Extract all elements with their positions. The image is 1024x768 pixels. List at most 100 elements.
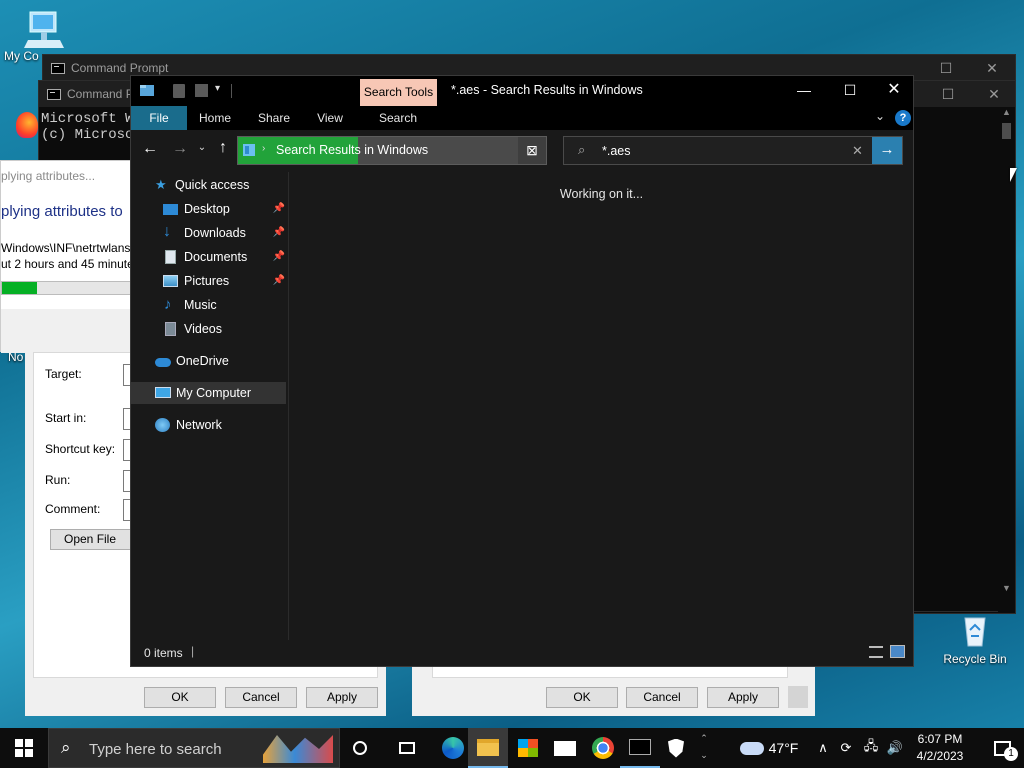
pin-icon: 📌 bbox=[272, 251, 285, 262]
forward-button[interactable]: → bbox=[169, 140, 191, 158]
taskbar-security[interactable] bbox=[656, 728, 696, 768]
desktop-icon-recycle-bin[interactable]: Recycle Bin bbox=[940, 612, 1010, 666]
edge-icon bbox=[442, 737, 464, 759]
weather-widget[interactable]: 47°F bbox=[736, 728, 802, 768]
maximize-button[interactable]: ☐ bbox=[923, 55, 969, 81]
taskbar-store[interactable] bbox=[508, 728, 548, 768]
properties-qat-icon[interactable] bbox=[173, 84, 185, 98]
taskbar-chrome[interactable] bbox=[583, 728, 623, 768]
videos-icon bbox=[165, 322, 176, 336]
show-hidden-icons-button[interactable]: ∧ bbox=[812, 728, 834, 768]
maximize-button[interactable]: ☐ bbox=[925, 81, 971, 107]
clock[interactable]: 6:07 PM 4/2/2023 bbox=[910, 731, 970, 765]
nav-item-documents[interactable]: Documents 📌 bbox=[163, 246, 285, 268]
windows-logo-icon bbox=[15, 739, 33, 757]
ok-button[interactable]: OK bbox=[546, 687, 618, 708]
pictures-icon bbox=[163, 275, 178, 287]
tab-share[interactable]: Share bbox=[251, 106, 297, 130]
cmd-output: Microsoft W (c) Microso bbox=[41, 111, 133, 143]
cmd-icon bbox=[51, 62, 65, 74]
close-button[interactable]: ✕ bbox=[969, 55, 1015, 81]
cloud-icon bbox=[739, 741, 764, 755]
firefox-shortcut-icon[interactable] bbox=[16, 112, 38, 146]
expand-ribbon-icon[interactable]: ⌄ bbox=[875, 109, 885, 123]
tab-view[interactable]: View bbox=[309, 106, 351, 130]
large-icons-view-button[interactable] bbox=[890, 645, 905, 658]
scrollbar-thumb[interactable] bbox=[1002, 123, 1011, 139]
cancel-button[interactable]: Cancel bbox=[225, 687, 297, 708]
nav-label: Quick access bbox=[175, 178, 250, 192]
network-tray-icon[interactable]: 🖧 bbox=[860, 728, 882, 768]
apply-button[interactable]: Apply bbox=[306, 687, 378, 708]
cortana-button[interactable] bbox=[340, 728, 380, 768]
ok-button[interactable]: OK bbox=[144, 687, 216, 708]
customize-qat-icon[interactable]: ▾ bbox=[215, 83, 220, 94]
nav-label: Downloads bbox=[184, 226, 246, 240]
progress-dialog[interactable]: plying attributes... plying attributes t… bbox=[0, 160, 134, 353]
taskbar-mail[interactable] bbox=[545, 728, 585, 768]
nav-item-downloads[interactable]: ↓ Downloads 📌 bbox=[163, 222, 285, 244]
ribbon-tabs: File Home Share View Search ⌄ ? bbox=[131, 106, 913, 130]
progress-path: Windows\INF\netrtwlans. bbox=[1, 241, 134, 255]
nav-item-music[interactable]: ♪ Music bbox=[163, 294, 285, 316]
close-button[interactable]: ✕ bbox=[971, 81, 1017, 107]
recent-locations-button[interactable]: ⌄ bbox=[195, 142, 209, 153]
scroll-down-icon[interactable]: ▼ bbox=[998, 583, 1015, 593]
shortcut-properties-dialog-right[interactable]: OK Cancel Apply bbox=[412, 664, 815, 716]
explorer-titlebar[interactable]: ▾ Search Tools *.aes - Search Results in… bbox=[131, 76, 913, 106]
taskbar-edge[interactable] bbox=[433, 728, 473, 768]
progress-time: ut 2 hours and 45 minute bbox=[1, 257, 134, 271]
nav-item-network[interactable]: Network bbox=[155, 414, 285, 436]
search-input[interactable]: *.aes bbox=[602, 144, 631, 158]
nav-item-onedrive[interactable]: OneDrive bbox=[155, 350, 285, 372]
navigation-pane: ★ Quick access Desktop 📌 ↓ Downloads 📌 D… bbox=[131, 172, 289, 642]
cancel-button[interactable]: Cancel bbox=[626, 687, 698, 708]
back-button[interactable]: ← bbox=[139, 140, 161, 158]
search-box[interactable]: ⌕ *.aes ✕ → bbox=[563, 136, 903, 165]
clock-time: 6:07 PM bbox=[917, 732, 963, 746]
tab-search[interactable]: Search bbox=[361, 106, 435, 130]
nav-item-my-computer[interactable]: My Computer bbox=[131, 382, 286, 404]
tab-home[interactable]: Home bbox=[193, 106, 237, 130]
file-explorer-window[interactable]: ▾ Search Tools *.aes - Search Results in… bbox=[130, 75, 914, 667]
address-bar[interactable]: › Search Results in Windows ⊠ bbox=[237, 136, 547, 165]
search-go-button[interactable]: → bbox=[872, 137, 902, 164]
up-button[interactable]: ↑ bbox=[213, 139, 233, 157]
nav-item-desktop[interactable]: Desktop 📌 bbox=[163, 198, 285, 220]
task-view-button[interactable] bbox=[387, 728, 427, 768]
star-icon: ★ bbox=[155, 177, 167, 192]
progress-dialog-heading: plying attributes to bbox=[1, 203, 123, 220]
maximize-button[interactable]: ☐ bbox=[827, 76, 873, 106]
taskbar-search-box[interactable]: ⌕ Type here to search bbox=[48, 728, 340, 768]
separator bbox=[231, 84, 232, 98]
mouse-cursor bbox=[1010, 168, 1017, 182]
scroll-up-icon[interactable]: ▲ bbox=[998, 107, 1015, 121]
nav-item-videos[interactable]: Videos bbox=[163, 318, 285, 340]
scrollbar[interactable]: ▲ ▼ bbox=[998, 107, 1015, 613]
taskbar-file-explorer[interactable] bbox=[468, 728, 508, 768]
nav-item-pictures[interactable]: Pictures 📌 bbox=[163, 270, 285, 292]
minimize-button[interactable]: — bbox=[781, 76, 827, 106]
taskbar-scroll[interactable]: ⌃ ⌄ bbox=[697, 730, 711, 766]
status-bar: 0 items | bbox=[131, 640, 913, 666]
nav-item-quick-access[interactable]: ★ Quick access bbox=[155, 174, 285, 196]
stop-search-button[interactable]: ⊠ bbox=[518, 137, 546, 164]
notification-center-button[interactable]: 1 bbox=[982, 728, 1022, 768]
taskbar-command-prompt[interactable] bbox=[620, 728, 660, 768]
search-tools-contextual-tab: Search Tools bbox=[360, 79, 437, 106]
volume-icon[interactable]: 🔊 bbox=[884, 728, 906, 768]
start-button[interactable] bbox=[4, 728, 44, 768]
new-folder-qat-icon[interactable] bbox=[195, 84, 208, 97]
open-file-location-button[interactable]: Open File Loc bbox=[50, 529, 134, 550]
run-label: Run: bbox=[45, 473, 71, 487]
close-button[interactable]: ✕ bbox=[873, 76, 915, 106]
tab-file[interactable]: File bbox=[131, 106, 187, 130]
help-icon[interactable]: ? bbox=[895, 110, 911, 126]
clear-search-icon[interactable]: ✕ bbox=[852, 143, 863, 159]
apply-button[interactable]: Apply bbox=[707, 687, 779, 708]
tray-sync-icon[interactable]: ⟳ bbox=[836, 728, 856, 768]
nav-label: Network bbox=[176, 418, 222, 432]
details-view-button[interactable] bbox=[869, 646, 883, 658]
progress-bar bbox=[1, 281, 133, 295]
taskbar-search-placeholder: Type here to search bbox=[89, 741, 222, 758]
